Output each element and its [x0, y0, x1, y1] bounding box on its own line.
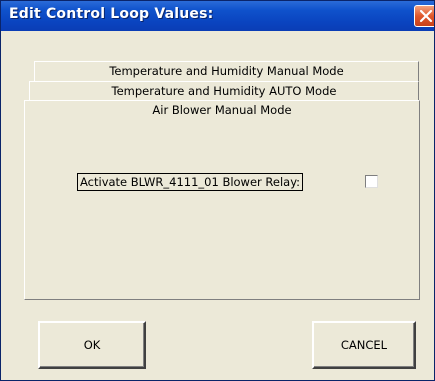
- blower-relay-label: Activate BLWR_4111_01 Blower Relay:: [77, 173, 304, 191]
- tab-temp-humidity-manual[interactable]: Temperature and Humidity Manual Mode: [34, 61, 419, 81]
- window-title: Edit Control Loop Values:: [9, 6, 214, 22]
- tab-air-blower-manual[interactable]: Air Blower Manual Mode: [25, 103, 419, 117]
- tab-control: Temperature and Humidity Manual Mode Tem…: [24, 61, 421, 301]
- ok-button[interactable]: OK: [38, 321, 146, 369]
- blower-relay-checkbox[interactable]: [365, 175, 378, 188]
- tab-panel-air-blower: Air Blower Manual Mode Activate BLWR_411…: [24, 100, 420, 300]
- tab-temp-humidity-auto[interactable]: Temperature and Humidity AUTO Mode: [29, 81, 419, 101]
- close-icon: [419, 9, 433, 23]
- title-bar[interactable]: Edit Control Loop Values:: [1, 1, 434, 31]
- close-button[interactable]: [414, 5, 434, 27]
- dialog-window: Edit Control Loop Values: Temperature an…: [0, 0, 435, 381]
- cancel-button[interactable]: CANCEL: [312, 321, 416, 369]
